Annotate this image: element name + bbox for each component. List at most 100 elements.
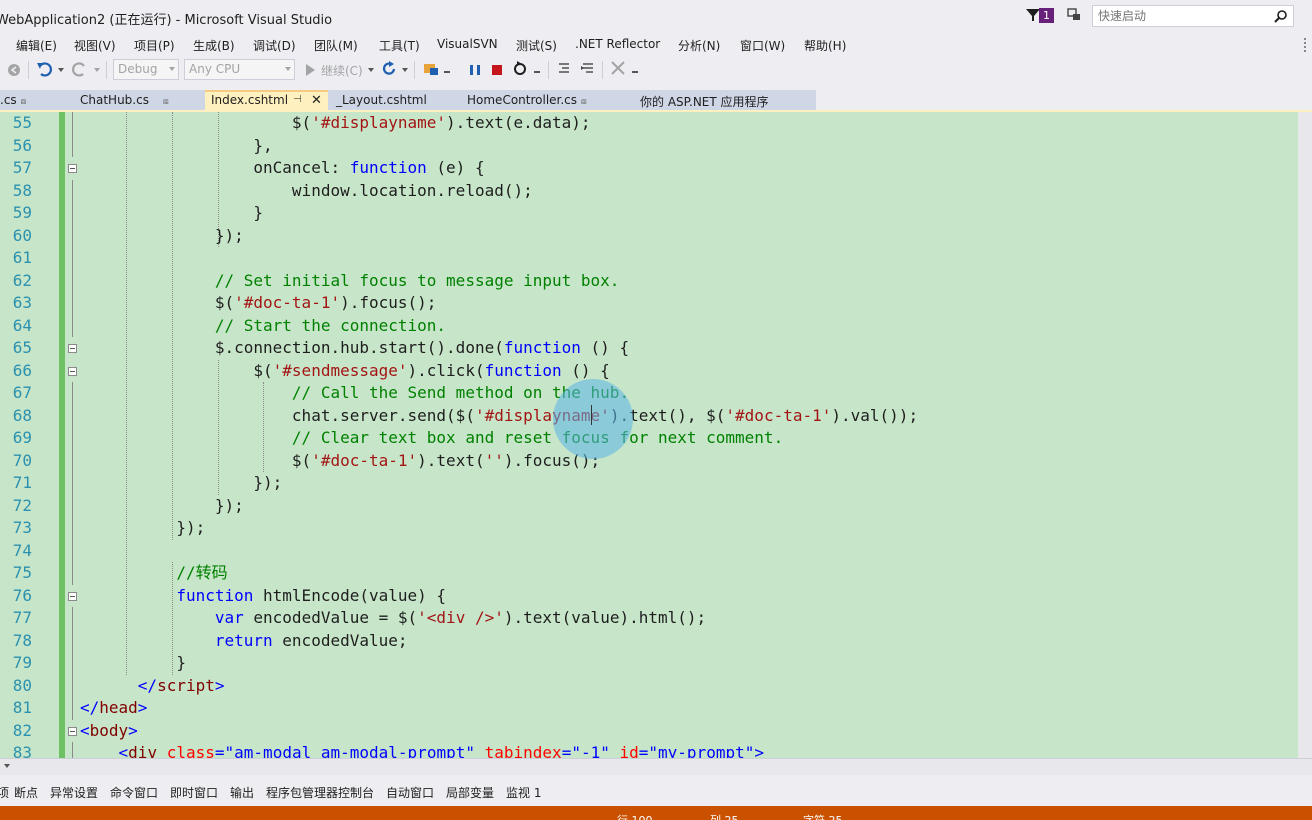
step-into-icon[interactable] [580,60,596,80]
bottom-tab-autos[interactable]: 自动窗口 [386,784,434,801]
pin-icon[interactable]: ⧈ [21,97,27,107]
continue-play-icon[interactable] [306,64,315,76]
search-icon[interactable] [1274,9,1288,26]
menu-visualsvn[interactable]: VisualSVN [437,37,498,51]
bottom-tab-watch[interactable]: 监视 1 [506,784,541,801]
code-line: $('#sendmessage').click(function () { [80,360,610,380]
tab-label: HomeController.cs [467,93,578,107]
tab-index-cshtml[interactable]: Index.cshtml ⊣ ✕ [205,90,328,111]
quick-launch-input[interactable] [1093,6,1263,26]
line-number: 73 [12,518,32,537]
menu-debug[interactable]: 调试(D) [253,37,296,54]
menu-help[interactable]: 帮助(H) [804,37,846,54]
bottom-tab-breakpoints[interactable]: 断点 [14,784,38,801]
line-number: 60 [12,225,32,245]
document-tabs: .cs ⧈ ChatHub.cs ⧈ Index.cshtml ⊣ ✕ _Layou… [0,90,1312,111]
refresh-icon[interactable] [380,60,398,80]
bottom-tab-package-manager[interactable]: 程序包管理器控制台 [266,784,374,801]
stop-icon[interactable] [492,65,502,75]
collapse-icon[interactable] [68,591,77,601]
menu-reflector[interactable]: .NET Reflector [575,37,660,51]
pause-icon[interactable] [470,65,480,75]
tab-aspnet-app[interactable]: 你的 ASP.NET 应用程序 [634,90,804,111]
menu-view[interactable]: 视图(V) [74,37,116,54]
vertical-scrollbar[interactable] [1298,112,1312,758]
tab-chathub[interactable]: ChatHub.cs ⧈ [74,90,194,111]
line-number: 57 [12,158,32,177]
redo-dropdown-icon[interactable] [94,68,100,72]
restart-dropdown-icon[interactable] [534,71,540,73]
navigate-back-icon[interactable] [6,60,22,80]
chevron-down-icon[interactable] [4,764,10,768]
menu-test[interactable]: 测试(S) [516,37,557,54]
bottom-tab-exception-settings[interactable]: 异常设置 [50,784,98,801]
refresh-dropdown-icon[interactable] [402,68,408,72]
pin-icon[interactable]: ⧈ [581,97,587,107]
code-line: } [80,653,186,672]
redo-icon[interactable] [70,60,88,80]
line-number: 71 [12,473,32,492]
line-number: 67 [12,383,32,402]
menu-tools[interactable]: 工具(T) [379,37,420,54]
bottom-tab-immediate-window[interactable]: 即时窗口 [170,784,218,801]
horizontal-scrollbar[interactable] [0,758,1312,775]
line-number: 83 [12,743,32,758]
toolbar-separator [28,61,29,79]
quick-launch-box[interactable] [1092,5,1294,27]
solution-configuration-combo[interactable]: Debug [113,59,179,80]
toolbar-separator [106,61,107,79]
code-line: $.connection.hub.start().done(function (… [80,338,630,357]
bottom-tab-items[interactable]: 项 [0,784,9,801]
restart-icon[interactable] [512,60,528,80]
menu-build[interactable]: 生成(B) [193,37,235,54]
bottom-tab-locals[interactable]: 局部变量 [446,784,494,801]
close-icon[interactable]: ✕ [311,93,322,108]
tab-label: 你的 ASP.NET 应用程序 [640,95,769,109]
continue-button[interactable]: 继续(C) [321,62,363,79]
code-line: }); [80,473,283,492]
menu-edit[interactable]: 编辑(E) [16,37,57,54]
code-text-area[interactable]: $('#displayname').text(e.data); }, onCan… [80,112,1298,758]
show-next-statement-icon[interactable] [556,60,572,80]
line-number: 79 [12,653,32,672]
code-editor[interactable]: 55 56 57 58 59 60 61 62 63 64 65 66 67 68 69 70 71 72 73 74… [0,112,1298,758]
pin-icon[interactable]: ⧈ [163,97,169,107]
solution-platform-value: Any CPU [189,62,241,76]
undo-icon[interactable] [36,60,54,80]
code-line: chat.server.send($('#displayname').text(… [80,405,919,425]
bottom-tab-output[interactable]: 输出 [230,784,254,801]
feedback-icon[interactable] [1066,7,1084,25]
menu-project[interactable]: 项目(P) [134,37,175,54]
browser-link-icon[interactable] [422,60,440,80]
collapse-icon[interactable] [68,344,77,353]
collapse-icon[interactable] [68,164,77,173]
undo-dropdown-icon[interactable] [58,68,64,72]
browser-link-dropdown-icon[interactable] [444,71,450,73]
menu-window[interactable]: 窗口(W) [740,37,785,54]
menu-bar: 编辑(E) 视图(V) 项目(P) 生成(B) 调试(D) 团队(M) 工具(T… [0,34,1312,56]
tab-layout[interactable]: _Layout.cshtml [330,90,450,111]
standard-toolbar: Debug Any CPU 继续(C) [0,57,1312,83]
tab-label: .cs [0,93,17,107]
pin-icon[interactable]: ⊣ [293,94,302,105]
solution-platform-combo[interactable]: Any CPU [184,59,295,80]
continue-dropdown-icon[interactable] [368,68,374,72]
toolbar-overflow-icon[interactable] [632,71,638,73]
window-title: WebApplication2 (正在运行) - Microsoft Visua… [0,13,333,28]
attach-process-icon[interactable] [610,60,626,80]
outline-line [72,742,73,758]
tab-homecontroller[interactable]: HomeController.cs ⧈ [461,90,601,111]
menu-analyze[interactable]: 分析(N) [678,37,720,54]
code-line: $('#displayname').text(e.data); [80,113,591,132]
collapse-icon[interactable] [68,726,77,736]
notification-badge[interactable]: 1 [1039,8,1054,23]
menu-overflow-icon[interactable] [1304,38,1307,52]
line-number: 59 [12,203,32,222]
line-number: 69 [12,428,32,447]
line-number: 63 [12,293,32,312]
collapse-icon[interactable] [68,366,77,376]
tab-cs[interactable]: .cs ⧈ [0,90,32,111]
menu-team[interactable]: 团队(M) [314,37,358,54]
bottom-tab-command-window[interactable]: 命令窗口 [110,784,158,801]
